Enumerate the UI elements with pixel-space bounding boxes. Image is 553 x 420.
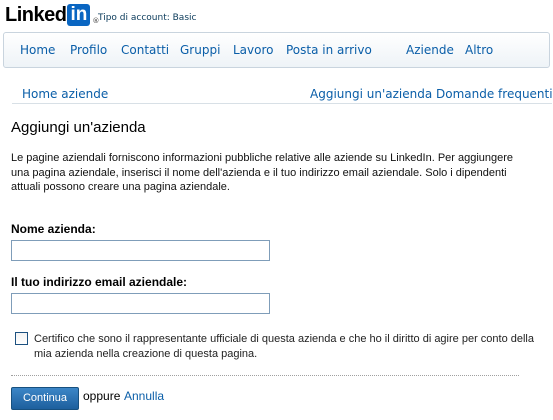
nav-posta-in-arrivo[interactable]: Posta in arrivo [286, 43, 372, 57]
header: Linked in ® Tipo di account: Basic [0, 0, 553, 32]
subnav-domande-frequenti[interactable]: Domande frequenti [436, 87, 553, 101]
nav-home[interactable]: Home [20, 43, 55, 57]
subnav-home-aziende[interactable]: Home aziende [22, 87, 108, 101]
nav-gruppi[interactable]: Gruppi [180, 43, 220, 57]
continue-button[interactable]: Continua [11, 387, 79, 410]
divider [11, 375, 519, 376]
company-name-label: Nome azienda: [11, 222, 96, 236]
subnav-aggiungi-azienda[interactable]: Aggiungi un'azienda [310, 87, 432, 101]
company-name-input[interactable] [11, 240, 270, 261]
nav-aziende[interactable]: Aziende [406, 43, 454, 57]
sub-nav: Home aziende Aggiungi un'azienda Domande… [12, 86, 553, 104]
linkedin-logo[interactable]: Linked in ® [5, 3, 99, 27]
cancel-link[interactable]: Annulla [124, 389, 164, 403]
email-label: Il tuo indirizzo email aziendale: [11, 275, 188, 289]
main-nav: Home Profilo Contatti Gruppi Lavoro Post… [3, 32, 550, 68]
nav-altro[interactable]: Altro [465, 43, 493, 57]
nav-profilo[interactable]: Profilo [70, 43, 107, 57]
nav-contatti[interactable]: Contatti [121, 43, 169, 57]
account-type-label: Tipo di account: Basic [98, 13, 197, 23]
logo-in-badge: in [67, 4, 91, 26]
intro-text: Le pagine aziendali forniscono informazi… [11, 152, 514, 193]
company-email-input[interactable] [11, 293, 270, 314]
logo-text: Linked [5, 4, 67, 26]
or-label: oppure [83, 389, 121, 403]
certify-text: Certifico che sono il rappresentante uff… [34, 333, 534, 360]
page-title: Aggiungi un'azienda [11, 119, 146, 136]
certify-checkbox[interactable] [15, 332, 28, 345]
nav-lavoro[interactable]: Lavoro [233, 43, 274, 57]
